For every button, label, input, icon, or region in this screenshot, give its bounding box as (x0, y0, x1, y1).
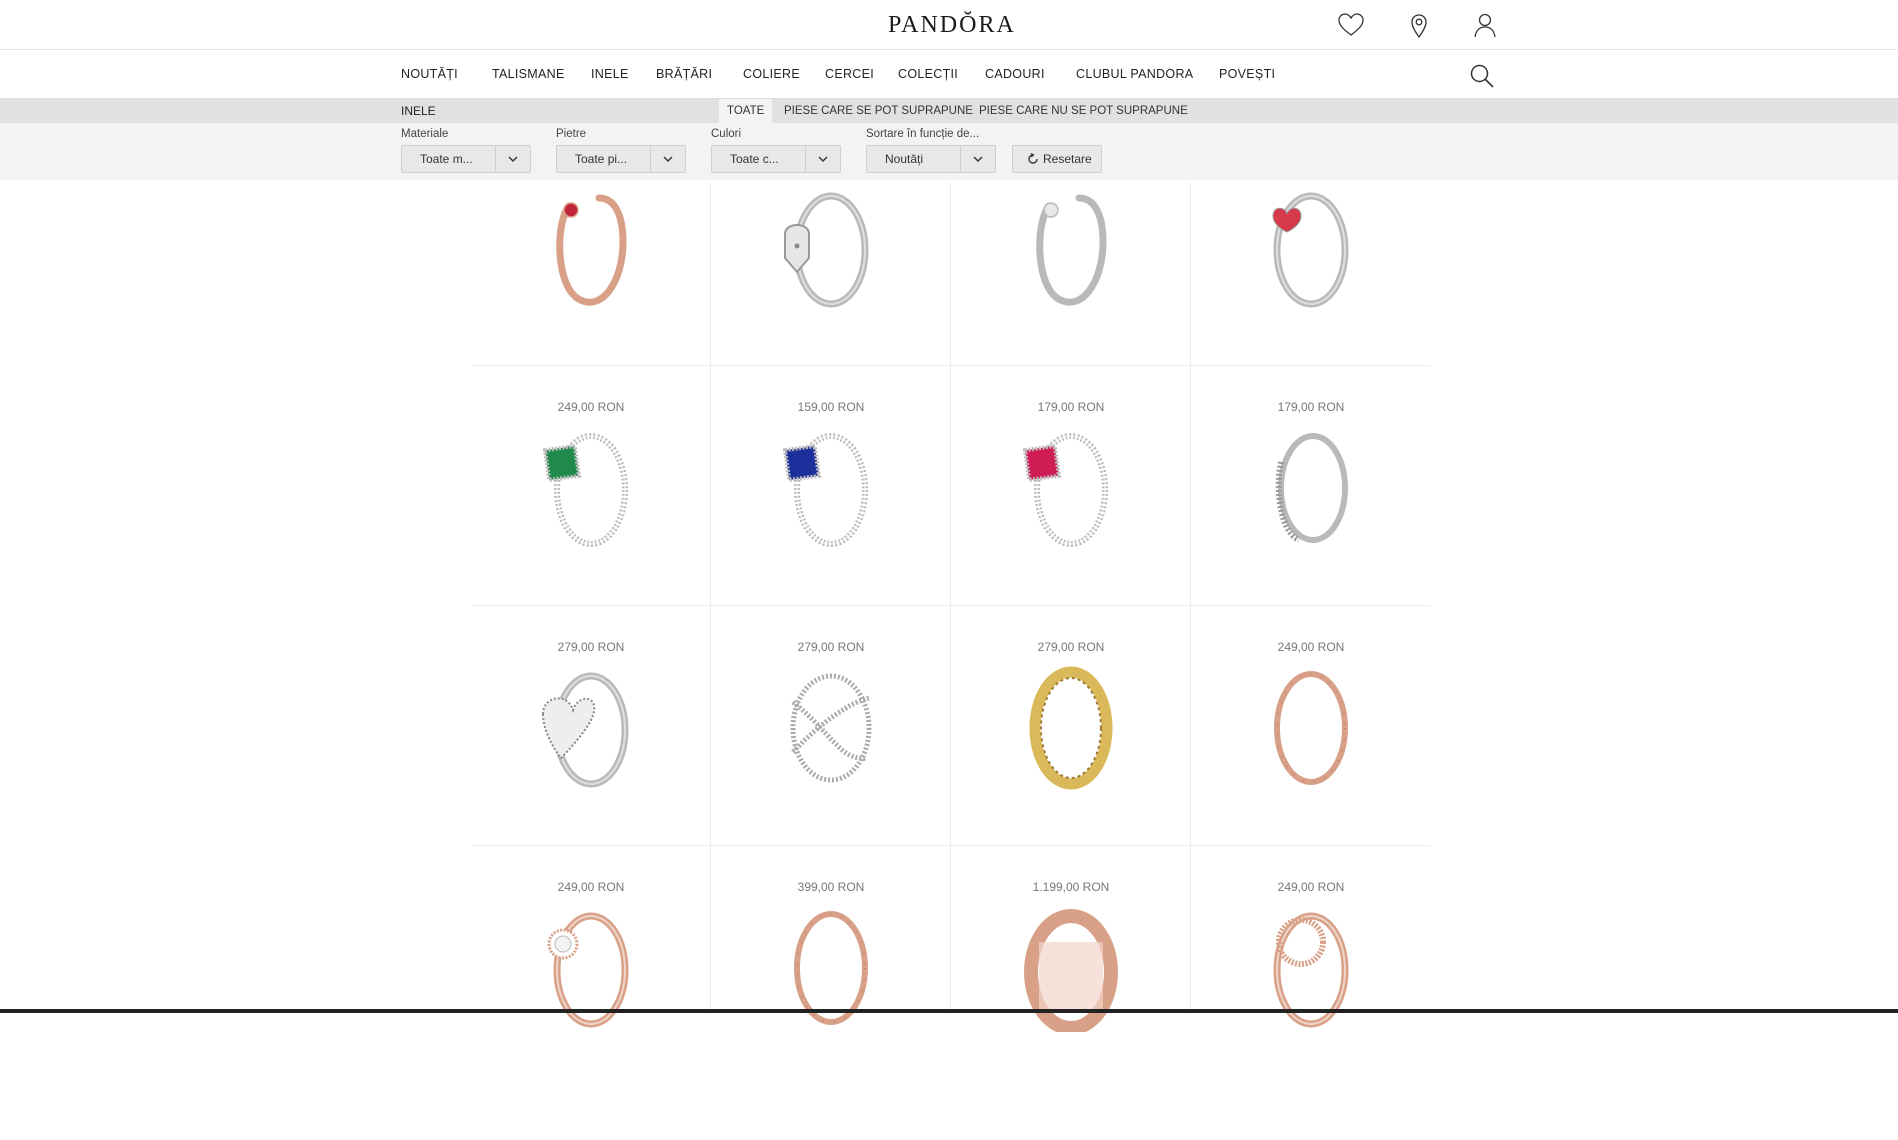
product-image[interactable] (1251, 422, 1371, 552)
nav-item-noutati[interactable]: NOUTĂȚI (401, 67, 458, 81)
chevron-down-icon (650, 146, 685, 172)
nav-item-inele[interactable]: INELE (591, 67, 629, 81)
product-card[interactable]: 399,00 RON (712, 662, 950, 900)
reset-label: Resetare (1043, 152, 1092, 166)
product-card[interactable]: 249,00 RON (472, 182, 710, 420)
product-card[interactable]: 179,00 RON (1192, 182, 1430, 420)
site-header: PANDŎRA (0, 0, 1898, 50)
materials-select[interactable]: Toate m... (401, 145, 531, 173)
product-price: 279,00 RON (557, 640, 625, 654)
product-image[interactable] (1011, 422, 1131, 552)
product-card[interactable] (712, 902, 950, 1140)
product-price: 249,00 RON (557, 400, 625, 414)
window-bottom-edge (0, 1009, 1898, 1013)
product-price: 1.199,00 RON (1032, 880, 1110, 894)
stones-select[interactable]: Toate pi... (556, 145, 686, 173)
product-image[interactable] (531, 662, 651, 792)
product-card[interactable]: 279,00 RON (712, 422, 950, 660)
nav-item-cadouri[interactable]: CADOURI (985, 67, 1045, 81)
product-image[interactable] (531, 422, 651, 552)
pandora-logo[interactable]: PANDŎRA (888, 12, 1016, 39)
product-card[interactable]: 179,00 RON (952, 182, 1190, 420)
nav-item-talismane[interactable]: TALISMANE (492, 67, 565, 81)
stones-label: Pietre (556, 128, 587, 140)
heart-icon[interactable] (1336, 10, 1366, 40)
nav-item-bratari[interactable]: BRĂȚĂRI (656, 67, 712, 81)
grid-divider (710, 182, 711, 1009)
sort-label: Sortare în funcție de... (866, 128, 980, 140)
product-card[interactable]: 249,00 RON (1192, 422, 1430, 660)
category-title: INELE (401, 104, 436, 118)
chevron-down-icon (960, 146, 995, 172)
product-card[interactable]: 279,00 RON (952, 422, 1190, 660)
product-image[interactable] (1011, 182, 1131, 312)
nav-item-cercei[interactable]: CERCEI (825, 67, 874, 81)
nav-item-clubul-pandora[interactable]: CLUBUL PANDORA (1076, 67, 1193, 81)
product-card[interactable] (472, 902, 710, 1140)
materials-label: Materiale (401, 128, 449, 140)
product-image[interactable] (771, 422, 891, 552)
product-image[interactable] (771, 182, 891, 312)
tab-toate[interactable]: TOATE (719, 99, 773, 123)
product-card[interactable] (952, 902, 1190, 1140)
product-card[interactable]: 159,00 RON (712, 182, 950, 420)
product-image[interactable] (1251, 182, 1371, 312)
colors-label: Culori (711, 128, 742, 140)
tab-non-stackable[interactable]: PIESE CARE NU SE POT SUPRAPUNE (971, 99, 1196, 123)
materials-value: Toate m... (420, 152, 473, 166)
product-image[interactable] (1011, 662, 1131, 792)
sort-value: Noutăți (885, 152, 924, 166)
sort-select[interactable]: Noutăți (866, 145, 996, 173)
product-price: 159,00 RON (797, 400, 865, 414)
nav-item-povesti[interactable]: POVEȘTI (1219, 67, 1275, 81)
main-navigation: NOUTĂȚI TALISMANE INELE BRĂȚĂRI COLIERE … (0, 50, 1898, 99)
nav-item-colectii[interactable]: COLECȚII (898, 67, 958, 81)
grid-divider (472, 365, 1430, 366)
location-pin-icon[interactable] (1404, 10, 1434, 40)
user-icon[interactable] (1470, 10, 1500, 40)
product-price: 249,00 RON (1277, 640, 1345, 654)
nav-item-coliere[interactable]: COLIERE (743, 67, 800, 81)
colors-value: Toate c... (730, 152, 779, 166)
grid-divider (472, 845, 1430, 846)
product-price: 399,00 RON (797, 880, 865, 894)
product-price: 179,00 RON (1277, 400, 1345, 414)
stones-value: Toate pi... (575, 152, 628, 166)
grid-divider (950, 182, 951, 1009)
product-card[interactable]: 1.199,00 RON (952, 662, 1190, 900)
product-price: 179,00 RON (1037, 400, 1105, 414)
category-bar: INELE TOATE PIESE CARE SE POT SUPRAPUNE … (0, 99, 1898, 123)
product-price: 279,00 RON (797, 640, 865, 654)
reset-button[interactable]: Resetare (1012, 145, 1102, 173)
product-image[interactable] (1251, 662, 1371, 792)
search-icon[interactable] (1468, 62, 1496, 90)
refresh-icon (1028, 153, 1038, 164)
chevron-down-icon (495, 146, 530, 172)
tab-stackable[interactable]: PIESE CARE SE POT SUPRAPUNE (776, 99, 981, 123)
product-card[interactable]: 249,00 RON (1192, 662, 1430, 900)
product-price: 279,00 RON (1037, 640, 1105, 654)
product-price: 249,00 RON (1277, 880, 1345, 894)
product-card[interactable]: 279,00 RON (472, 422, 710, 660)
chevron-down-icon (805, 146, 840, 172)
filter-bar: Materiale Toate m... Pietre Toate pi... … (0, 123, 1898, 180)
colors-select[interactable]: Toate c... (711, 145, 841, 173)
product-card[interactable]: 249,00 RON (472, 662, 710, 900)
product-price: 249,00 RON (557, 880, 625, 894)
grid-divider (472, 605, 1430, 606)
product-card[interactable] (1192, 902, 1430, 1140)
grid-divider (1190, 182, 1191, 1009)
product-image[interactable] (531, 182, 651, 312)
product-image[interactable] (771, 662, 891, 792)
